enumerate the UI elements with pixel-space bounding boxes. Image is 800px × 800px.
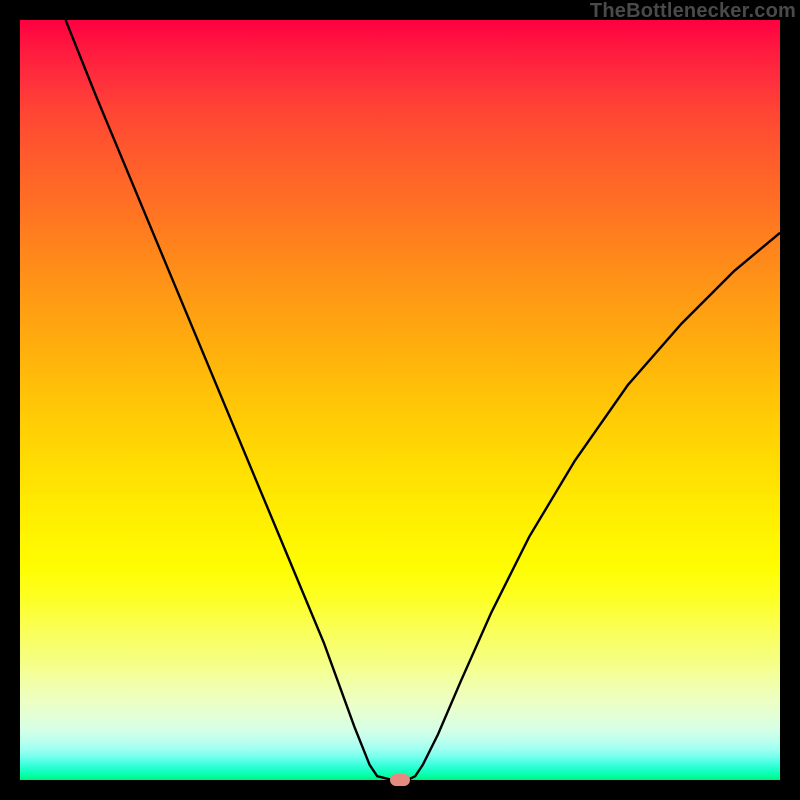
curve-path [66,20,780,780]
source-label: TheBottlenecker.com [590,0,796,23]
chart-container: TheBottlenecker.com [0,0,800,800]
bottleneck-curve [20,20,780,780]
optimal-marker [390,774,410,786]
plot-area [20,20,780,780]
